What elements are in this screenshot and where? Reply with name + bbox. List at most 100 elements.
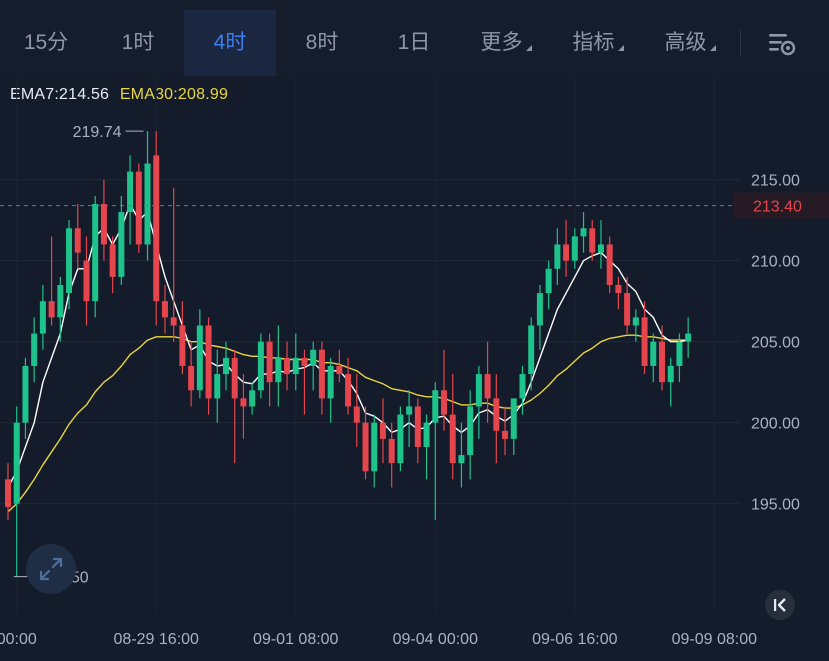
candle-body xyxy=(318,349,325,399)
candle-body xyxy=(414,406,421,447)
candle xyxy=(109,236,116,294)
candle-body xyxy=(458,455,465,464)
tab-3[interactable]: 8时 xyxy=(276,10,368,76)
candle-body xyxy=(493,398,500,431)
candle-body xyxy=(249,390,256,407)
candle xyxy=(458,422,465,488)
high-label: 219.74 xyxy=(73,124,122,141)
candle xyxy=(66,220,73,310)
candle xyxy=(362,406,369,480)
candle-body xyxy=(66,228,73,294)
candle-body xyxy=(74,228,81,253)
candle-body xyxy=(432,390,439,423)
candle-body xyxy=(563,244,570,261)
expand-arrows-icon xyxy=(39,557,63,581)
candle-body xyxy=(467,406,474,456)
candle-body xyxy=(188,365,195,391)
tab-7[interactable]: 高级 xyxy=(644,10,736,76)
candle xyxy=(493,374,500,464)
y-tick-label: 205.00 xyxy=(751,335,800,352)
y-axis: 215.00 210.00 205.00 200.00 195.00 xyxy=(751,173,800,514)
candle-body xyxy=(100,203,107,245)
candle-body xyxy=(266,341,273,383)
candle-body xyxy=(231,357,238,399)
candle xyxy=(467,390,474,480)
tab-label: 1日 xyxy=(397,31,431,54)
candle-body xyxy=(161,301,168,318)
candle-body xyxy=(48,301,55,318)
x-tick-label: 09-06 16:00 xyxy=(532,631,618,648)
tab-label: 15分 xyxy=(23,31,69,54)
candle-body xyxy=(362,422,369,472)
y-tick-label: 210.00 xyxy=(751,254,800,271)
candle xyxy=(22,357,29,439)
candle xyxy=(519,365,526,415)
toolbar-divider xyxy=(740,30,741,56)
candle xyxy=(83,236,90,326)
candle-body xyxy=(519,374,526,399)
candle-body xyxy=(580,228,587,237)
dropdown-caret-icon xyxy=(617,45,624,51)
candle-body xyxy=(554,244,561,269)
candle xyxy=(196,309,203,399)
candle xyxy=(685,317,692,358)
candle-body xyxy=(449,414,456,464)
candle-body xyxy=(659,341,665,383)
candle-body xyxy=(179,325,186,366)
candlestick-chart[interactable]: 213.40 215.00 210.00 205.00 200.00 195.00 00… xyxy=(0,76,829,661)
candle-body xyxy=(223,357,229,375)
candle xyxy=(667,357,674,407)
candle-body xyxy=(5,479,11,507)
tab-6[interactable]: 指标 xyxy=(552,10,644,76)
tab-1[interactable]: 1时 xyxy=(92,10,184,76)
chart-grid xyxy=(0,76,740,614)
candle-body xyxy=(667,365,674,383)
tab-5[interactable]: 更多 xyxy=(460,10,552,76)
x-tick-label: 09-04 00:00 xyxy=(393,631,479,648)
candle xyxy=(615,276,622,310)
candle xyxy=(240,374,247,439)
candles-layer xyxy=(5,131,692,577)
candle-body xyxy=(118,212,125,277)
chart-settings-icon[interactable] xyxy=(766,30,798,58)
candle-body xyxy=(240,398,247,407)
x-tick-label: 09-09 08:00 xyxy=(672,631,758,648)
candle-body xyxy=(484,374,491,399)
candle xyxy=(536,284,543,350)
tab-0[interactable]: 15分 xyxy=(0,10,92,76)
candle xyxy=(127,155,134,245)
candle-body xyxy=(22,365,29,423)
candle xyxy=(510,398,517,456)
candle-body xyxy=(292,357,299,375)
candle-body xyxy=(475,374,482,407)
candle-body xyxy=(597,244,604,253)
candle xyxy=(388,422,395,488)
candle-body xyxy=(39,301,46,334)
scroll-to-latest-button[interactable] xyxy=(765,590,795,620)
candle-body xyxy=(406,406,413,415)
candle-body xyxy=(345,374,352,407)
candle xyxy=(432,382,439,520)
candle xyxy=(179,301,186,375)
x-tick-label: 09-01 08:00 xyxy=(253,631,339,648)
candle xyxy=(554,228,561,285)
candle xyxy=(161,284,168,334)
candle-body xyxy=(153,155,160,302)
candle xyxy=(563,220,570,277)
tab-4[interactable]: 1日 xyxy=(368,10,460,76)
candle xyxy=(301,349,308,415)
tab-2[interactable]: 4时 xyxy=(184,10,276,76)
candle xyxy=(74,203,81,269)
expand-chart-button[interactable] xyxy=(26,544,76,594)
candle-body xyxy=(310,349,317,366)
candle-body xyxy=(327,365,334,399)
candle xyxy=(153,131,160,326)
candle xyxy=(449,374,456,480)
chevron-left-to-bar-icon xyxy=(774,598,786,612)
last-price-label: 213.40 xyxy=(753,199,802,216)
candle xyxy=(371,414,378,488)
tab-label: 高级 xyxy=(664,31,707,54)
candle xyxy=(284,341,291,391)
candle xyxy=(214,349,221,423)
tab-label: 更多 xyxy=(480,31,523,54)
